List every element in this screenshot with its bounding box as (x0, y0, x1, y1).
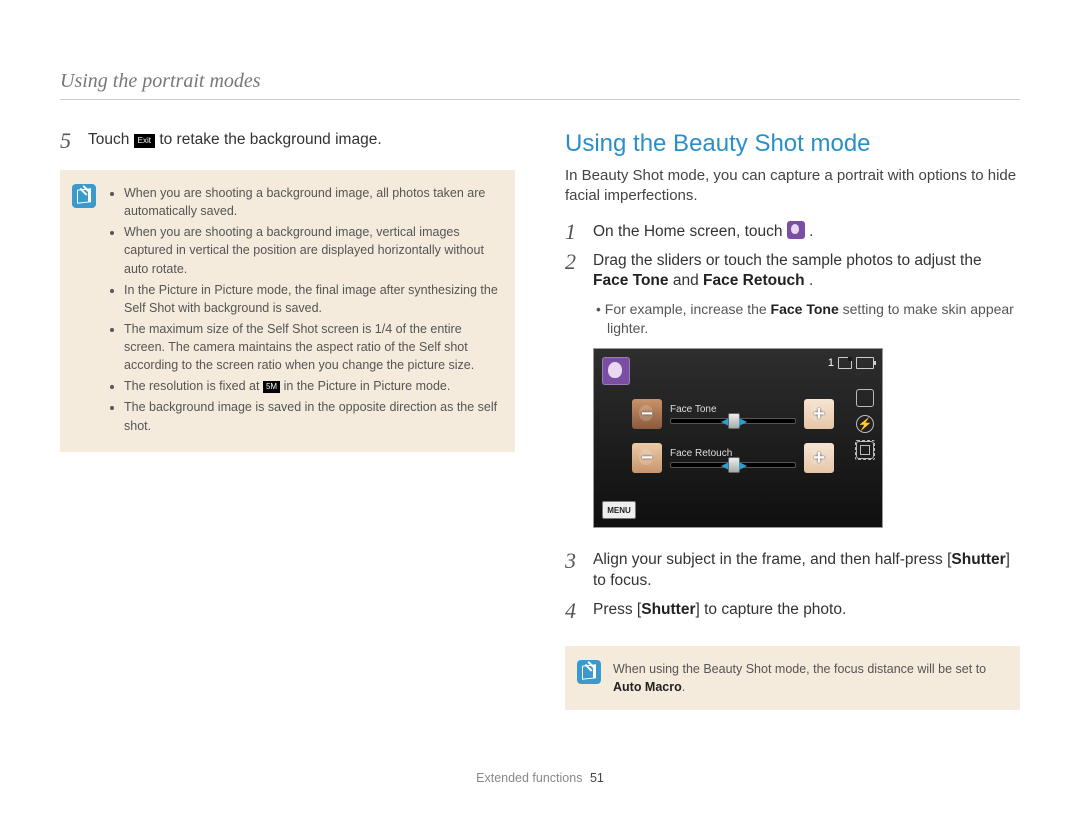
page-header: Using the portrait modes (60, 70, 1020, 100)
section-title: Using the Beauty Shot mode (565, 130, 1020, 158)
left-column: 5 Touch Exit to retake the background im… (60, 130, 515, 710)
step-body: On the Home screen, touch . (593, 221, 1020, 243)
slider-panel: − Face Tone + − Face Retouch (632, 399, 834, 487)
page-number: 51 (590, 771, 604, 785)
text: . (809, 223, 813, 240)
text: For example, increase the (605, 301, 771, 317)
step-body: Align your subject in the frame, and the… (593, 550, 1020, 592)
shots-remaining: 1 (828, 357, 834, 369)
face-tone-row: − Face Tone + (632, 399, 834, 429)
step-1: 1 On the Home screen, touch . (565, 221, 1020, 243)
step-5: 5 Touch Exit to retake the background im… (60, 130, 515, 152)
text: . (809, 272, 813, 289)
text: The resolution is fixed at (124, 379, 263, 393)
text: Drag the sliders or touch the sample pho… (593, 252, 982, 269)
note-icon (577, 660, 601, 684)
text: and (673, 272, 703, 289)
text: Press [ (593, 601, 641, 618)
step-number: 4 (565, 600, 583, 622)
face-retouch-row: − Face Retouch + (632, 443, 834, 473)
text-bold: Face Retouch (703, 272, 805, 289)
slider-thumb-icon[interactable] (728, 413, 740, 429)
page-footer: Extended functions 51 (0, 771, 1080, 785)
text: in the Picture in Picture mode. (284, 379, 451, 393)
step-number: 5 (60, 130, 78, 152)
battery-icon (856, 357, 874, 369)
text: When using the Beauty Shot mode, the foc… (613, 662, 986, 676)
note-item: When you are shooting a background image… (124, 184, 501, 220)
note-item: When you are shooting a background image… (124, 223, 501, 277)
step-body: Drag the sliders or touch the sample pho… (593, 251, 1020, 293)
text: . (682, 680, 685, 694)
note-item: The maximum size of the Self Shot screen… (124, 320, 501, 374)
text: Touch (88, 131, 134, 148)
menu-button[interactable]: MENU (602, 501, 636, 519)
intro-text: In Beauty Shot mode, you can capture a p… (565, 166, 1020, 207)
face-retouch-minus-thumb[interactable]: − (632, 443, 662, 473)
face-retouch-slider[interactable] (670, 462, 796, 468)
step-4: 4 Press [Shutter] to capture the photo. (565, 600, 1020, 622)
two-column-layout: 5 Touch Exit to retake the background im… (60, 130, 1020, 710)
step-number: 1 (565, 221, 583, 243)
text: to retake the background image. (159, 131, 381, 148)
text: Align your subject in the frame, and the… (593, 551, 951, 568)
note-box: When using the Beauty Shot mode, the foc… (565, 646, 1020, 710)
right-column: Using the Beauty Shot mode In Beauty Sho… (565, 130, 1020, 710)
note-box: When you are shooting a background image… (60, 170, 515, 452)
note-item: The background image is saved in the opp… (124, 398, 501, 434)
text-bold: Face Tone (593, 272, 669, 289)
note-text: When using the Beauty Shot mode, the foc… (613, 660, 1006, 696)
text: ] to capture the photo. (695, 601, 846, 618)
flash-icon[interactable] (856, 415, 874, 433)
right-icon-column (856, 389, 874, 459)
face-tone-plus-thumb[interactable]: + (804, 399, 834, 429)
camera-screenshot: 1 − Face Tone + (593, 348, 883, 528)
exit-icon: Exit (134, 134, 155, 148)
note-icon (72, 184, 96, 208)
beauty-mode-icon (787, 221, 805, 239)
note-item: The resolution is fixed at 5M in the Pic… (124, 377, 501, 395)
face-retouch-plus-thumb[interactable]: + (804, 443, 834, 473)
text-bold: Face Tone (771, 301, 839, 317)
step-body: Press [Shutter] to capture the photo. (593, 600, 1020, 621)
resolution-icon[interactable] (856, 389, 874, 407)
face-tone-minus-thumb[interactable]: − (632, 399, 662, 429)
sd-card-icon (838, 357, 852, 369)
text-bold: Shutter (641, 601, 695, 618)
text: On the Home screen, touch (593, 223, 787, 240)
beauty-mode-icon[interactable] (602, 357, 630, 385)
step-3: 3 Align your subject in the frame, and t… (565, 550, 1020, 592)
sub-bullet: For example, increase the Face Tone sett… (593, 300, 1020, 338)
step-number: 3 (565, 550, 583, 572)
step-body: Touch Exit to retake the background imag… (88, 130, 515, 151)
footer-section: Extended functions (476, 771, 582, 785)
note-list: When you are shooting a background image… (108, 184, 501, 438)
step-number: 2 (565, 251, 583, 273)
face-tone-slider[interactable] (670, 418, 796, 424)
text-bold: Shutter (951, 551, 1005, 568)
text-bold: Auto Macro (613, 680, 682, 694)
step-2: 2 Drag the sliders or touch the sample p… (565, 251, 1020, 293)
resolution-icon: 5M (263, 381, 280, 393)
note-item: In the Picture in Picture mode, the fina… (124, 281, 501, 317)
focus-area-icon[interactable] (856, 441, 874, 459)
status-bar: 1 (828, 357, 874, 369)
slider-thumb-icon[interactable] (728, 457, 740, 473)
